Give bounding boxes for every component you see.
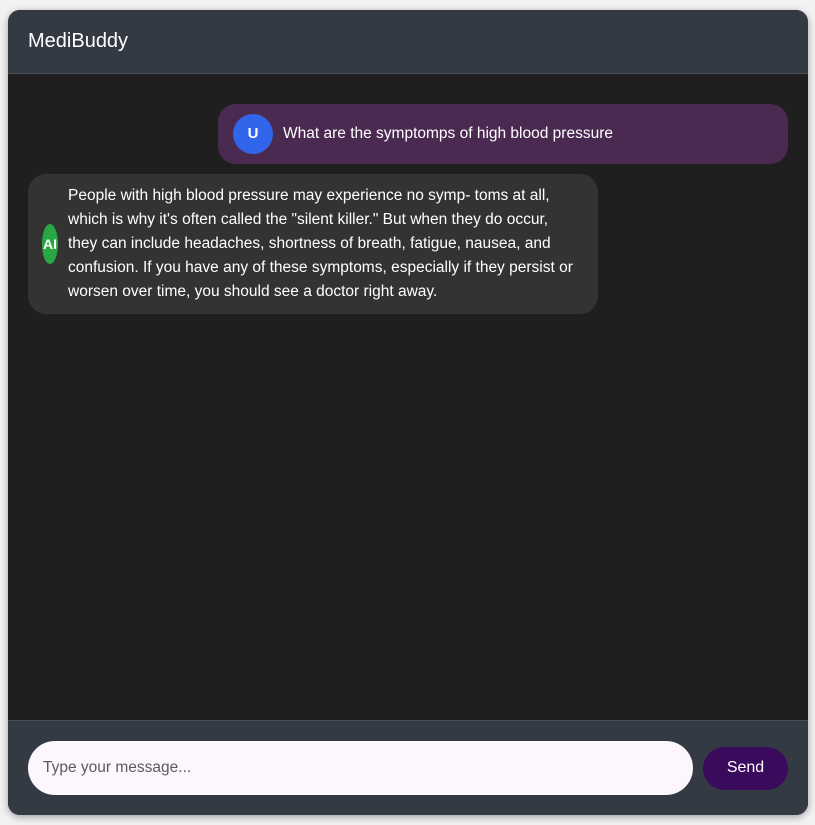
message-list[interactable]: U What are the symptomps of high blood p… <box>8 74 808 720</box>
ai-message: AI People with high blood pressure may e… <box>28 174 598 314</box>
chat-window: MediBuddy U What are the symptomps of hi… <box>8 10 808 815</box>
send-button[interactable]: Send <box>703 746 788 790</box>
message-input[interactable] <box>28 741 693 795</box>
app-header: MediBuddy <box>8 10 808 74</box>
composer-bar: Send <box>8 720 808 815</box>
app-title: MediBuddy <box>28 30 129 52</box>
ai-message-text: People with high blood pressure may expe… <box>68 187 573 300</box>
user-message: U What are the symptomps of high blood p… <box>218 104 788 164</box>
ai-avatar: AI <box>42 224 58 264</box>
user-message-text: What are the symptomps of high blood pre… <box>283 125 613 142</box>
user-avatar: U <box>233 114 273 154</box>
